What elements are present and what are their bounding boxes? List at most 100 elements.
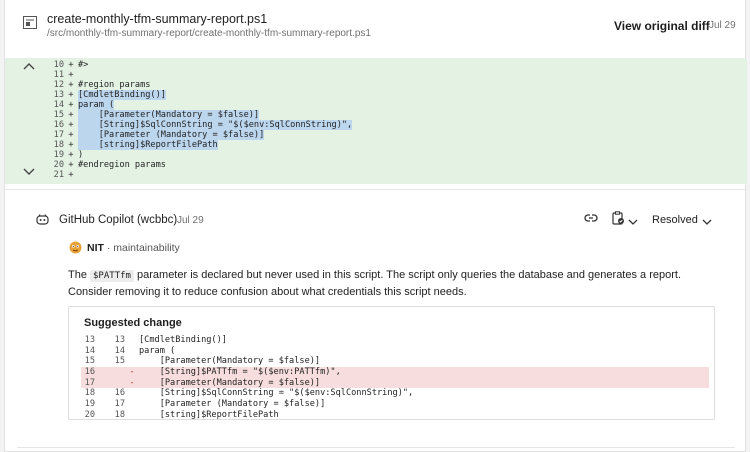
- comment-author: GitHub Copilot (wcbbc): [59, 214, 178, 226]
- chevron-up-icon[interactable]: [23, 62, 35, 72]
- comment-body-end: parameter is declared but never used in …: [68, 269, 682, 298]
- added-marker: +: [68, 60, 74, 70]
- file-icon: [23, 16, 37, 29]
- file-header: create-monthly-tfm-summary-report.ps1 /s…: [5, 0, 747, 56]
- code-text: [Parameter(Mandatory = $false)]: [78, 110, 260, 120]
- diff-line: 18 + [string]$ReportFilePath: [51, 140, 352, 150]
- code-text: [CmdletBinding()]: [139, 335, 227, 345]
- suggested-change-title: Suggested change: [84, 317, 182, 329]
- diff-line: 16 + [String]$SqlConnString = "$($env:Sql…: [51, 120, 353, 130]
- code-text: [String]$SqlConnString = "$($env:SqlConn…: [78, 120, 353, 130]
- code-text: [String]$PATTfm = "$($env:PATTfm)",: [139, 367, 341, 378]
- code-text: #region params: [78, 80, 151, 90]
- diff-line: 14 + param (: [51, 100, 352, 110]
- nit-label: NIT: [87, 242, 104, 254]
- added-marker: +: [68, 120, 74, 130]
- diff-line: 20 + #endregion params: [51, 160, 352, 170]
- new-line-number: 18: [114, 409, 125, 420]
- code-text: [string]$ReportFilePath: [139, 409, 279, 420]
- suggestion-line: 18 16 [String]$SqlConnString = "$($env:Sq…: [69, 388, 714, 399]
- new-line-number: [95, 378, 125, 389]
- view-original-diff-link[interactable]: View original diff: [614, 19, 710, 33]
- new-line-number: 13: [114, 335, 125, 345]
- suggestion-line: 14 14 param (: [69, 346, 714, 357]
- line-number: 20: [53, 160, 64, 170]
- line-number: 21: [53, 170, 64, 180]
- new-line-number: 16: [114, 388, 125, 399]
- line-number: 19: [53, 150, 64, 160]
- old-line-number: 16: [84, 367, 95, 378]
- copilot-icon: [36, 214, 49, 225]
- resolved-chevron-down-icon[interactable]: [702, 215, 712, 225]
- code-text: [String]$SqlConnString = "$($env:SqlConn…: [139, 388, 414, 399]
- suggested-change-box: Suggested change 13 13 [CmdletBinding()] 14…: [68, 306, 715, 420]
- old-line-number: 18: [84, 388, 95, 399]
- diff-line: 21 +: [51, 170, 352, 180]
- code-text: param (: [139, 345, 176, 356]
- deleted-line: 16 - [String]$PATTfm = "$($env:PATTfm)",: [81, 367, 709, 378]
- old-line-number: 14: [84, 345, 95, 356]
- new-line-number: [95, 367, 125, 378]
- code-text: #endregion params: [78, 160, 166, 170]
- added-marker: +: [68, 110, 74, 120]
- diff-line: 11 +: [51, 70, 352, 80]
- line-number: 14: [53, 100, 64, 110]
- resolved-status-dropdown[interactable]: Resolved: [652, 214, 698, 226]
- old-line-number: 19: [84, 399, 95, 410]
- added-marker: +: [68, 70, 74, 80]
- change-marker: [125, 356, 139, 367]
- nit-tag: NIT · maintainability: [87, 242, 180, 254]
- bottom-divider: [17, 447, 735, 448]
- file-path: /src/monthly-tfm-summary-report/create-m…: [47, 28, 371, 39]
- new-line-number: 17: [114, 399, 125, 410]
- comment-date: Jul 29: [177, 215, 204, 226]
- change-marker: -: [129, 367, 135, 378]
- line-number: 16: [53, 120, 64, 130]
- added-marker: +: [68, 90, 74, 100]
- clipboard-check-icon[interactable]: [611, 211, 625, 225]
- suggested-change-lines: 13 13 [CmdletBinding()] 14 14 param (15 15 [Pa…: [69, 335, 714, 421]
- suggestion-line: 13 13 [CmdletBinding()]: [69, 335, 714, 346]
- suggestion-line: 20 18 [string]$ReportFilePath: [69, 410, 714, 421]
- diff-line: 15 + [Parameter(Mandatory = $false)]: [51, 110, 352, 120]
- header-date: Jul 29: [709, 20, 736, 31]
- change-marker: [125, 388, 139, 399]
- change-marker: -: [129, 377, 135, 388]
- change-marker: [125, 410, 139, 421]
- file-name[interactable]: create-monthly-tfm-summary-report.ps1: [47, 12, 267, 26]
- comment-body-start: The: [68, 269, 91, 281]
- code-text: ): [78, 150, 84, 160]
- diff-snippet: 10 + #> 11 +12 + #region params 13 + [CmdletBindi…: [5, 58, 747, 184]
- line-number: 12: [53, 80, 64, 90]
- link-icon[interactable]: [584, 212, 598, 224]
- added-marker: +: [68, 100, 74, 110]
- code-text: [string]$ReportFilePath: [78, 140, 218, 150]
- separator-dot: ·: [103, 242, 114, 254]
- added-marker: +: [68, 140, 74, 150]
- added-marker: +: [68, 170, 74, 180]
- added-marker: +: [68, 160, 74, 170]
- code-text: [Parameter (Mandatory = $false)]: [139, 399, 326, 410]
- added-marker: +: [68, 150, 74, 160]
- change-marker: [125, 335, 139, 346]
- diff-line: 13 + [CmdletBinding()]: [51, 90, 352, 100]
- code-text: param (: [78, 100, 115, 110]
- deleted-line: 17 - [Parameter(Mandatory = $false)]: [81, 377, 709, 389]
- change-marker: [125, 399, 139, 410]
- diff-line: 10 + #>: [51, 60, 352, 70]
- line-number: 13: [53, 90, 64, 100]
- code-text: [CmdletBinding()]: [78, 90, 166, 100]
- old-line-number: 17: [84, 377, 95, 388]
- new-line-number: 15: [114, 356, 125, 367]
- divider: [5, 189, 747, 190]
- diff-line: 12 + #region params: [51, 80, 352, 90]
- suggestion-line: 19 17 [Parameter (Mandatory = $false)]: [69, 399, 714, 410]
- added-marker: +: [68, 80, 74, 90]
- old-line-number: 15: [84, 356, 95, 367]
- status-chevron-down-icon[interactable]: [628, 215, 638, 225]
- comment-body: The $PATTfm parameter is declared but ne…: [68, 267, 728, 300]
- old-line-number: 13: [84, 335, 95, 345]
- inline-code: $PATTfm: [90, 270, 134, 282]
- chevron-down-icon[interactable]: [23, 168, 35, 178]
- code-text: [Parameter(Mandatory = $false)]: [139, 377, 321, 388]
